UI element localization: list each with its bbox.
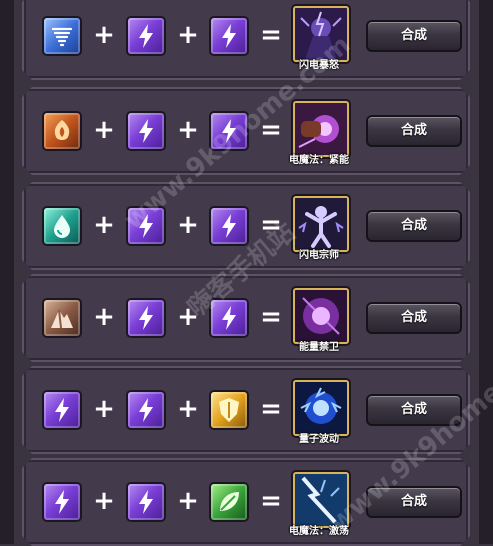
result-name: 电魔法：激荡 xyxy=(289,526,349,537)
combine-button[interactable]: 合成 xyxy=(366,302,462,334)
result-name: 量子波动 xyxy=(299,434,339,445)
fire-claw-icon[interactable] xyxy=(44,113,80,149)
equals-sign: = xyxy=(260,20,282,50)
recipe-row: + + = 电魔法：激荡 合成 xyxy=(22,458,470,546)
storm-master-icon[interactable] xyxy=(293,196,349,252)
lightning-icon[interactable] xyxy=(128,300,164,336)
plus-sign: + xyxy=(93,20,115,50)
leaf-icon[interactable] xyxy=(211,484,247,520)
lightning-icon[interactable] xyxy=(44,392,80,428)
tornado-icon[interactable] xyxy=(44,18,80,54)
plus-sign: + xyxy=(93,486,115,516)
recipe-row: + + = 闪电宗师 合成 xyxy=(22,182,470,270)
combine-button[interactable]: 合成 xyxy=(366,394,462,426)
lightning-icon[interactable] xyxy=(211,18,247,54)
lightning-icon[interactable] xyxy=(44,484,80,520)
plus-sign: + xyxy=(177,20,199,50)
shield-icon[interactable] xyxy=(211,392,247,428)
result-name: 电魔法：紧能 xyxy=(289,155,349,166)
quantum-wave-icon[interactable] xyxy=(293,380,349,436)
plus-sign: + xyxy=(177,115,199,145)
plus-sign: + xyxy=(93,115,115,145)
combine-button[interactable]: 合成 xyxy=(366,210,462,242)
result-name: 闪电宗师 xyxy=(299,250,339,261)
plus-sign: + xyxy=(177,394,199,424)
plus-sign: + xyxy=(93,394,115,424)
plus-sign: + xyxy=(177,210,199,240)
result-name: 闪电暴怒 xyxy=(299,60,339,71)
combine-button[interactable]: 合成 xyxy=(366,486,462,518)
plus-sign: + xyxy=(93,302,115,332)
plus-sign: + xyxy=(177,302,199,332)
energy-guard-icon[interactable] xyxy=(293,288,349,344)
lightning-icon[interactable] xyxy=(211,300,247,336)
lightning-icon[interactable] xyxy=(128,113,164,149)
lightning-icon[interactable] xyxy=(128,392,164,428)
lightning-strike-icon[interactable] xyxy=(293,472,349,528)
right-frame xyxy=(479,0,493,544)
recipe-row: + + = 闪电暴怒 合成 xyxy=(22,0,470,80)
lightning-icon[interactable] xyxy=(128,208,164,244)
lightning-icon[interactable] xyxy=(211,208,247,244)
plus-sign: + xyxy=(177,486,199,516)
lightning-icon[interactable] xyxy=(128,484,164,520)
combine-button[interactable]: 合成 xyxy=(366,115,462,147)
thunder-demon-icon[interactable] xyxy=(293,6,349,62)
equals-sign: = xyxy=(260,486,282,516)
recipe-row: + + = 电魔法：紧能 合成 xyxy=(22,87,470,175)
equals-sign: = xyxy=(260,302,282,332)
energy-fist-icon[interactable] xyxy=(293,101,349,157)
water-drop-icon[interactable] xyxy=(44,208,80,244)
lightning-icon[interactable] xyxy=(211,113,247,149)
result-name: 能量禁卫 xyxy=(299,342,339,353)
combine-button[interactable]: 合成 xyxy=(366,20,462,52)
plus-sign: + xyxy=(93,210,115,240)
equals-sign: = xyxy=(260,394,282,424)
mountain-icon[interactable] xyxy=(44,300,80,336)
recipe-row: + + = 能量禁卫 合成 xyxy=(22,274,470,362)
equals-sign: = xyxy=(260,210,282,240)
lightning-icon[interactable] xyxy=(128,18,164,54)
equals-sign: = xyxy=(260,115,282,145)
left-frame xyxy=(0,0,14,544)
recipe-row: + + = 量子波动 合成 xyxy=(22,366,470,454)
